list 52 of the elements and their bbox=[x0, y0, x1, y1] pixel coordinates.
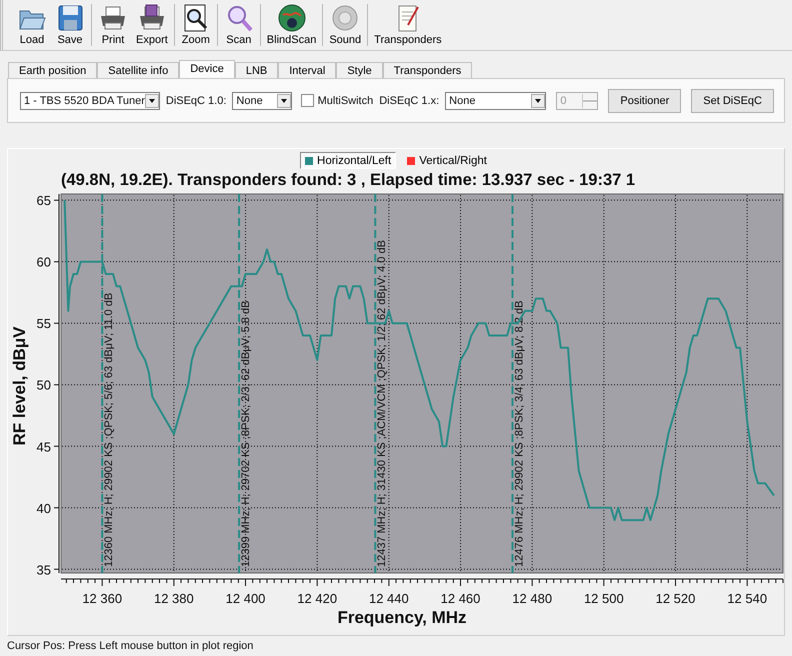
marker-label: 12437 MHz; H; 31430 KS ;ACM/VCM ;QPSK; 1/2; 62 dBμV; 4.0 dB bbox=[376, 240, 388, 567]
legend-item[interactable]: Vertical/Right bbox=[402, 152, 492, 169]
toolbar-button[interactable]: Load bbox=[13, 0, 51, 50]
field-label: DiSEqC 1.0: bbox=[166, 94, 226, 106]
tick-label: 60 bbox=[36, 254, 51, 270]
marker-label: 12360 MHz; H; 29902 KS ;QPSK; 5/6; 63 dBμV; 11.0 dB bbox=[103, 292, 116, 567]
tuner-dropdown[interactable]: 1 - TBS 5520 BDA Tuner bbox=[20, 92, 160, 110]
tick-label: 12 460 bbox=[440, 591, 480, 606]
dialog-button[interactable]: Positioner bbox=[608, 88, 682, 112]
field-label: DiSEqC 1.x: bbox=[379, 94, 440, 106]
toolbar-button[interactable]: Sound bbox=[325, 0, 366, 50]
tick-label: 12 540 bbox=[727, 591, 768, 606]
toolbar-button[interactable]: Scan bbox=[220, 0, 258, 50]
tick-label: 12 520 bbox=[656, 591, 696, 606]
tick-label: 35 bbox=[36, 562, 51, 578]
tick-label: 12 380 bbox=[154, 591, 194, 606]
diseqc-dropdown[interactable]: None bbox=[445, 92, 546, 110]
chart-title: (49.8N, 19.2E). Transponders found: 3 , Elapsed time: 13.937 sec - 19:37 1 bbox=[60, 170, 636, 191]
tab[interactable]: Interval bbox=[278, 62, 336, 78]
tab[interactable]: Earth position bbox=[8, 62, 98, 78]
tick-label: 12 400 bbox=[226, 591, 266, 606]
tick-label: 50 bbox=[36, 378, 51, 393]
tab[interactable]: Satellite info bbox=[97, 62, 180, 78]
toolbar-button[interactable]: Save bbox=[51, 0, 89, 50]
multiswitch-checkbox[interactable]: MultiSwitch bbox=[300, 94, 374, 107]
status-text: Cursor Pos: Press Left mouse button in plot region bbox=[7, 640, 254, 652]
x-axis-title: Frequency, MHz bbox=[337, 608, 467, 627]
legend-item[interactable]: Horizontal/Left bbox=[300, 152, 396, 169]
tick-label: 12 500 bbox=[584, 591, 624, 606]
tab[interactable]: Transponders bbox=[382, 62, 472, 78]
tab[interactable]: Device bbox=[179, 60, 235, 78]
toolbar-button[interactable]: Zoom bbox=[176, 0, 215, 50]
diseqc-dropdown[interactable]: None bbox=[232, 92, 292, 110]
marker-label: 12476 MHz; H; 29902 KS ;8PSK; 3/4; 63 dBμV; 8.2 dB bbox=[513, 300, 526, 567]
toolbar-button[interactable]: Transponders bbox=[370, 0, 446, 50]
tick-label: 12 440 bbox=[368, 591, 409, 606]
marker-label: 12399 MHz; H; 29702 KS ;8PSK; 2/3; 62 dBμV; 5.8 dB bbox=[240, 300, 252, 567]
tab[interactable]: Style bbox=[336, 62, 383, 78]
tick-label: 65 bbox=[36, 193, 51, 208]
tick-label: 12 480 bbox=[512, 591, 552, 606]
toolbar-button[interactable]: Print bbox=[94, 0, 132, 50]
dialog-button[interactable]: Set DiSEqC bbox=[691, 88, 774, 112]
toolbar-button[interactable]: BlindScan bbox=[262, 0, 320, 50]
tab[interactable]: LNB bbox=[234, 62, 278, 78]
tick-label: 12 360 bbox=[82, 591, 122, 606]
toolbar-button[interactable]: Export bbox=[132, 0, 172, 50]
tick-label: 45 bbox=[36, 439, 51, 454]
globe-icon bbox=[276, 3, 307, 33]
tick-label: 40 bbox=[36, 500, 51, 516]
tick-label: 55 bbox=[36, 316, 51, 332]
y-axis-title: RF level, dBμV bbox=[10, 326, 29, 446]
tick-label: 12 420 bbox=[297, 591, 338, 606]
